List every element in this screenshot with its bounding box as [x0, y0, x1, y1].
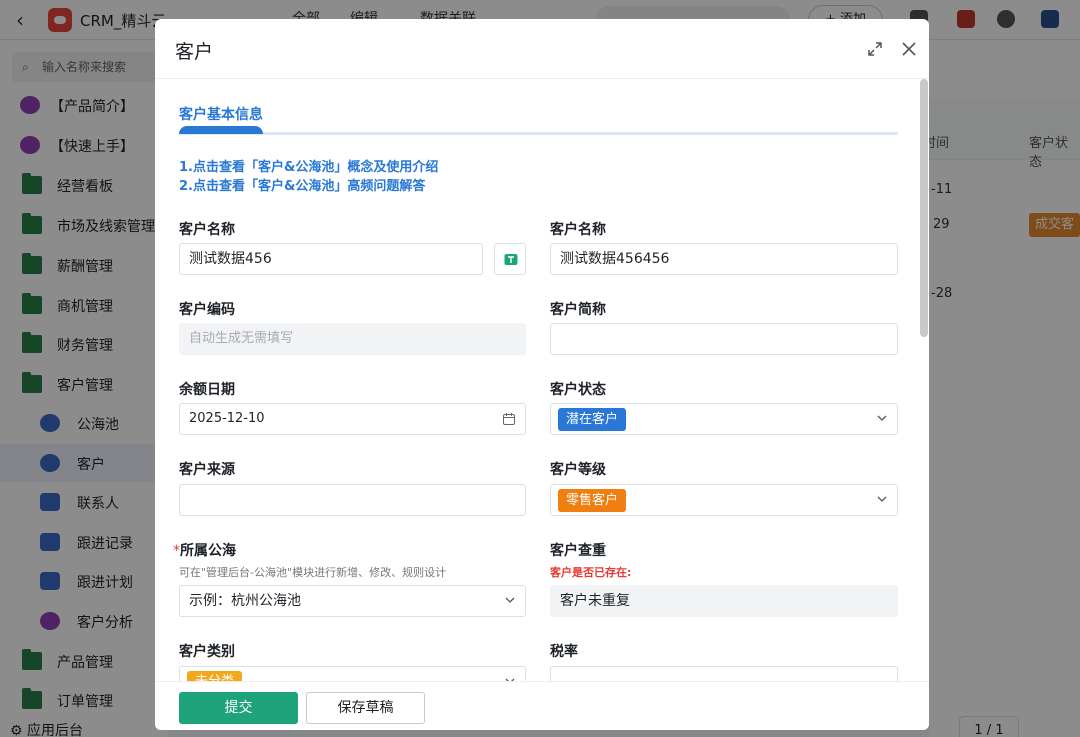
duplicate-check-button[interactable]: [494, 243, 526, 275]
customer-source-input[interactable]: [179, 484, 526, 516]
modal-body: 客户基本信息 1.点击查看「客户&公海池」概念及使用介绍 2.点击查看「客户&公…: [155, 79, 929, 681]
duplicate-check-icon: [504, 254, 518, 265]
close-icon[interactable]: [900, 40, 918, 58]
chevron-down-icon: [877, 415, 887, 421]
calendar-icon: [503, 413, 515, 425]
dup-check-warning: 客户是否已存在:: [550, 566, 632, 579]
level-pill: 零售客户: [558, 489, 627, 512]
customer-status-label: 客户状态: [550, 382, 606, 398]
public-pool-label: *所属公海: [173, 543, 236, 559]
customer-level-label: 客户等级: [550, 462, 606, 478]
short-name-input[interactable]: [550, 323, 898, 355]
intro-link-faq[interactable]: 2.点击查看「客户&公海池」高频问题解答: [179, 175, 425, 194]
customer-name-label: 客户名称: [179, 222, 235, 238]
public-pool-hint: 可在"管理后台-公海池"模块进行新增、修改、规则设计: [179, 566, 447, 579]
customer-modal: 客户 客户基本信息 1.点击查看「客户&公海池」概念及使用介绍 2.点击查看「客…: [155, 19, 929, 730]
modal-header: 客户: [155, 19, 929, 79]
tab-underline: [179, 132, 898, 135]
intro-link-concept[interactable]: 1.点击查看「客户&公海池」概念及使用介绍: [179, 156, 438, 175]
short-name-label: 客户简称: [550, 302, 606, 318]
dup-check-result: 客户未重复: [550, 585, 898, 617]
modal-scrollbar[interactable]: [920, 79, 928, 337]
customer-name-2-input[interactable]: 测试数据456456: [550, 243, 898, 275]
customer-category-label: 客户类别: [179, 644, 235, 660]
tab-active-indicator: [179, 126, 263, 134]
submit-button[interactable]: 提交: [179, 692, 298, 724]
tax-rate-label: 税率: [550, 644, 578, 660]
modal-footer: 提交 保存草稿: [155, 681, 929, 730]
save-draft-button[interactable]: 保存草稿: [306, 692, 425, 724]
public-pool-select[interactable]: 示例：杭州公海池: [179, 585, 526, 617]
customer-code-label: 客户编码: [179, 302, 235, 318]
category-pill: 未分类: [187, 671, 243, 681]
tax-rate-input[interactable]: [550, 666, 898, 681]
balance-date-picker[interactable]: 2025-12-10: [179, 403, 526, 435]
chevron-down-icon: [505, 597, 515, 603]
public-pool-value: 示例：杭州公海池: [189, 593, 301, 609]
balance-date-label: 余额日期: [179, 382, 235, 398]
dup-check-label: 客户查重: [550, 543, 606, 559]
balance-date-value: 2025-12-10: [189, 411, 265, 426]
status-pill: 潜在客户: [558, 408, 627, 431]
customer-category-select[interactable]: 未分类: [179, 666, 526, 681]
required-mark: *: [173, 543, 180, 559]
chevron-down-icon: [877, 496, 887, 502]
customer-name-input[interactable]: 测试数据456: [179, 243, 483, 275]
tab-basic-info[interactable]: 客户基本信息: [179, 104, 263, 124]
customer-source-label: 客户来源: [179, 462, 235, 478]
customer-level-select[interactable]: 零售客户: [550, 484, 898, 516]
customer-name-2-label: 客户名称: [550, 222, 606, 238]
customer-status-select[interactable]: 潜在客户: [550, 403, 898, 435]
expand-icon[interactable]: [867, 41, 883, 57]
customer-code-input: 自动生成无需填写: [179, 323, 526, 355]
modal-title: 客户: [175, 41, 214, 63]
